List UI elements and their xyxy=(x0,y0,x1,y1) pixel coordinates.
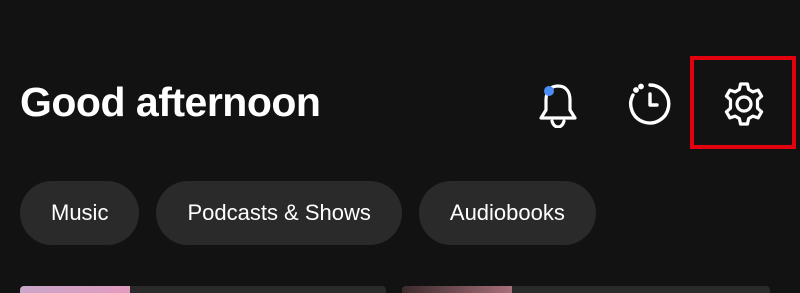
bell-icon xyxy=(536,80,580,128)
greeting-title: Good afternoon xyxy=(20,79,321,125)
chip-audiobooks[interactable]: Audiobooks xyxy=(418,181,596,245)
recents-button[interactable] xyxy=(620,74,680,134)
chip-music[interactable]: Music xyxy=(20,181,140,245)
notifications-button[interactable] xyxy=(528,74,588,134)
card-artwork xyxy=(20,286,130,293)
settings-highlight-box xyxy=(690,56,796,149)
recent-shelf xyxy=(20,286,780,293)
history-icon xyxy=(626,80,674,128)
home-screen: Good afternoon Music Podcasts & Shows Au… xyxy=(0,0,800,293)
shelf-card[interactable] xyxy=(402,286,770,293)
filter-chips: Music Podcasts & Shows Audiobooks xyxy=(20,181,596,245)
chip-podcasts-shows[interactable]: Podcasts & Shows xyxy=(156,181,402,245)
notification-dot xyxy=(544,86,554,96)
card-artwork xyxy=(402,286,512,293)
shelf-card[interactable] xyxy=(20,286,386,293)
